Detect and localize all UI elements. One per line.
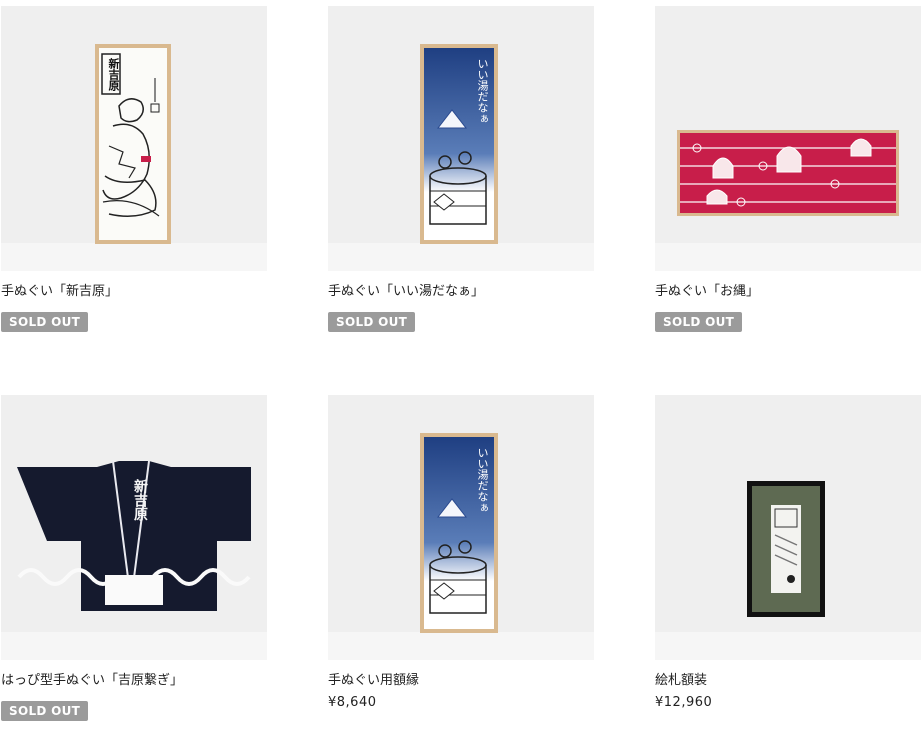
product-image[interactable] (655, 395, 921, 660)
happi-collar-text: 新吉原 (132, 479, 148, 521)
product-price: ¥12,960 (655, 695, 713, 710)
product-title[interactable]: 手ぬぐい「新吉原」 (1, 283, 118, 301)
product-card[interactable]: 新吉原 手ぬぐい「新吉原」 SOLD OUT (1, 6, 267, 332)
efuda-frame-image (747, 481, 825, 617)
sold-out-badge: SOLD OUT (1, 312, 89, 332)
product-image[interactable] (655, 6, 921, 271)
product-title[interactable]: はっぴ型手ぬぐい「吉原繋ぎ」 (1, 672, 183, 690)
framed-tenugui-shinyoshiwara-image (95, 44, 171, 244)
framed-tenugui-onawa-image (677, 130, 899, 216)
product-image[interactable]: 新吉原 (1, 395, 267, 660)
product-title[interactable]: 手ぬぐい用額縁 (328, 672, 419, 690)
product-card[interactable]: 新吉原 はっぴ型手ぬぐい「吉原繋ぎ」 SOLD OUT (1, 395, 267, 721)
product-price: ¥8,640 (328, 695, 377, 710)
framed-tenugui-iiyu-image (420, 44, 498, 244)
product-image[interactable]: いい湯だなぁ (328, 6, 594, 271)
product-card[interactable]: 手ぬぐい「お縄」 SOLD OUT (655, 6, 921, 332)
tenugui-art-text: いい湯だなぁ (476, 447, 489, 513)
product-title[interactable]: 絵札額装 (655, 672, 707, 690)
happi-tenugui-image (17, 460, 251, 611)
product-card[interactable]: 絵札額装 ¥12,960 (655, 395, 921, 710)
sold-out-badge: SOLD OUT (1, 701, 89, 721)
product-title[interactable]: 手ぬぐい「お縄」 (655, 283, 759, 301)
product-image[interactable]: いい湯だなぁ (328, 395, 594, 660)
tenugui-art-text: 新吉原 (107, 58, 120, 91)
product-image[interactable]: 新吉原 (1, 6, 267, 271)
product-title[interactable]: 手ぬぐい「いい湯だなぁ」 (328, 283, 484, 301)
sold-out-badge: SOLD OUT (328, 312, 416, 332)
product-card[interactable]: いい湯だなぁ 手ぬぐい「いい湯だなぁ」 SOLD OUT (328, 6, 594, 332)
tenugui-art-text: いい湯だなぁ (476, 58, 489, 124)
product-card[interactable]: いい湯だなぁ 手ぬぐい用額縁 ¥8,640 (328, 395, 594, 710)
tenugui-frame-image (420, 433, 498, 633)
sold-out-badge: SOLD OUT (655, 312, 743, 332)
